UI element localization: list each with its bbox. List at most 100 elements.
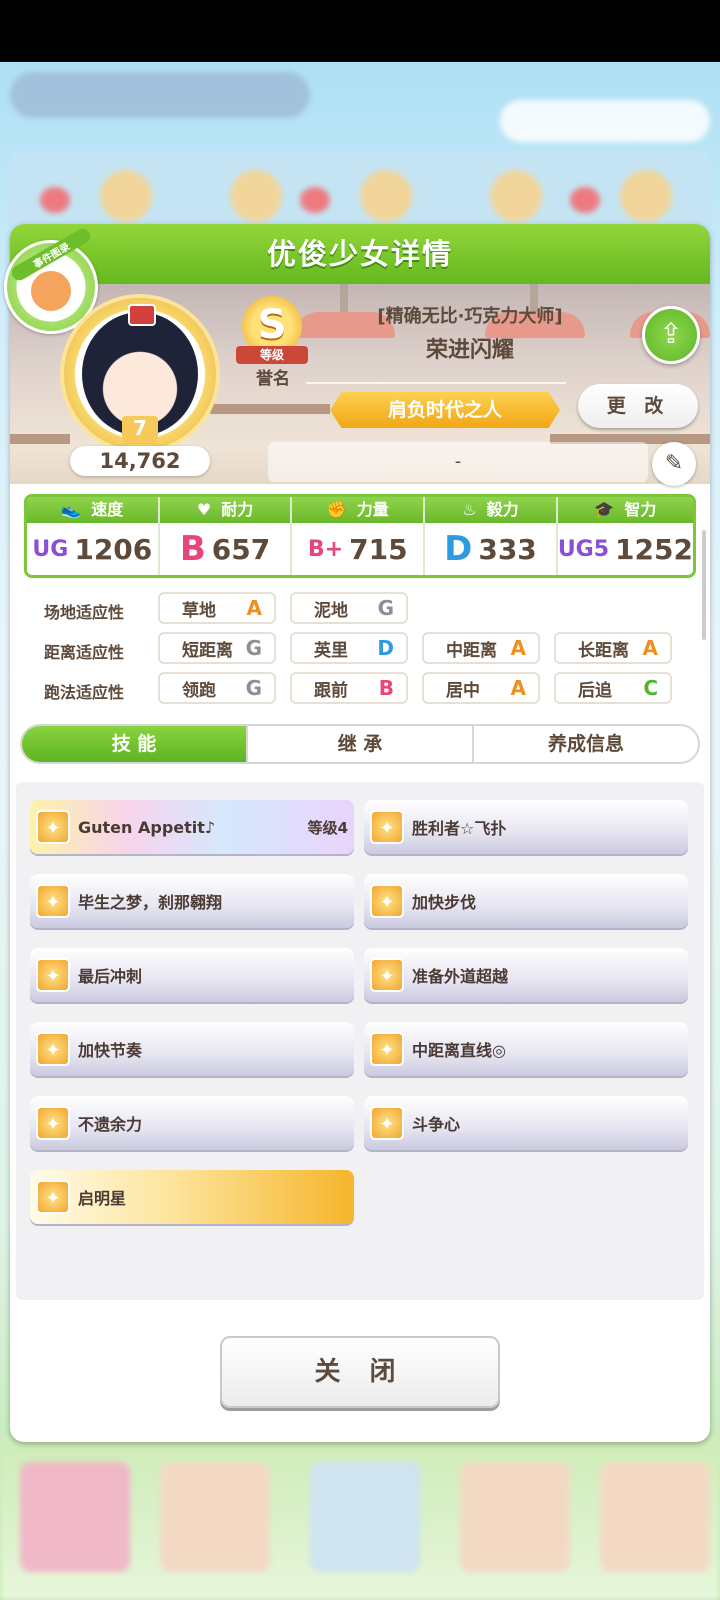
rating-score: 14,762	[70, 446, 210, 476]
stat-2: ✊ 力量 B+ 715	[292, 497, 426, 575]
stat-value: 1252	[615, 532, 693, 566]
stat-grade: UG5	[557, 536, 610, 562]
skill-name: 中距离直线◎	[412, 1041, 506, 1060]
skill-item[interactable]: ✦ Guten Appetit♪ 等级4	[30, 800, 354, 854]
aptitude-name: 跟前	[314, 680, 348, 701]
skill-name: 斗争心	[412, 1115, 461, 1134]
stat-label: 速度	[91, 500, 124, 519]
stat-header: ♥ 耐力	[159, 497, 291, 523]
aptitude-row-label: 距离适应性	[44, 643, 125, 662]
stat-label: 智力	[624, 500, 657, 519]
stat-header: 🎓 智力	[557, 497, 693, 523]
panel-title: 优俊少女详情	[266, 237, 453, 271]
stat-grade: UG	[32, 536, 69, 562]
stat-label: 毅力	[486, 500, 519, 519]
close-button[interactable]: 关 闭	[220, 1336, 500, 1408]
event-gallery-badge[interactable]: 事件图录	[4, 226, 98, 334]
scrollbar[interactable]	[702, 530, 706, 640]
tab-training-info[interactable]: 养成信息	[474, 726, 698, 762]
character-epithet: [精确无比·巧克力大师]	[377, 306, 563, 327]
skill-item[interactable]: ✦ 斗争心	[364, 1096, 688, 1150]
skill-item[interactable]: ✦ 胜利者☆飞扑	[364, 800, 688, 854]
skill-name: 不遗余力	[78, 1115, 143, 1134]
skill-name: 最后冲刺	[78, 967, 143, 986]
background-ball-icon	[100, 170, 152, 222]
background-menu-tile	[20, 1462, 130, 1572]
share-icon: ⇪	[659, 317, 683, 350]
stat-grade: B+	[307, 536, 344, 562]
aptitude-cell: 英里 D	[290, 632, 408, 664]
stat-value: 715	[349, 532, 408, 566]
aptitude-grade: G	[245, 636, 262, 660]
stat-3: ♨ 毅力 D 333	[425, 497, 558, 575]
tab-inheritance[interactable]: 继 承	[248, 726, 474, 762]
aptitude-name: 泥地	[314, 600, 348, 621]
stat-value: 333	[478, 532, 537, 566]
edit-button[interactable]: ✎	[652, 442, 696, 486]
skill-level: 等级4	[307, 818, 348, 837]
aptitude-cell: 长距离 A	[554, 632, 672, 664]
aptitude-grade: A	[510, 636, 526, 660]
tab-skills[interactable]: 技 能	[22, 726, 248, 762]
aptitude-grade: A	[246, 596, 262, 620]
grade-ribbon: 等级	[236, 346, 308, 364]
aptitude-name: 后追	[578, 680, 612, 701]
aptitude-cell: 领跑 G	[158, 672, 276, 704]
change-title-button[interactable]: 更 改	[578, 384, 698, 428]
skill-item[interactable]: ✦ 不遗余力	[30, 1096, 354, 1150]
aptitude-cell: 泥地 G	[290, 592, 408, 624]
skill-boost-icon: ✦	[370, 884, 404, 918]
aptitude-name: 英里	[314, 640, 348, 661]
skill-boost-icon: ✦	[36, 1032, 70, 1066]
skill-boost-icon: ✦	[370, 1032, 404, 1066]
stat-1: ♥ 耐力 B 657	[159, 497, 293, 575]
aptitude-grade: C	[643, 676, 658, 700]
share-button[interactable]: ⇪	[642, 306, 700, 364]
aptitude-cell: 跟前 B	[290, 672, 408, 704]
aptitude-name: 中距离	[446, 640, 497, 661]
stat-body: UG 1206	[27, 523, 158, 575]
skill-boost-icon: ✦	[36, 1180, 70, 1214]
background-search-bar	[10, 72, 310, 118]
skill-name: 启明星	[78, 1189, 127, 1208]
aptitude-grade: A	[642, 636, 658, 660]
skill-item[interactable]: ✦ 启明星	[30, 1170, 354, 1224]
stat-4: 🎓 智力 UG5 1252	[557, 497, 693, 575]
skill-boost-icon: ✦	[370, 958, 404, 992]
flame-icon: ♨	[462, 500, 477, 519]
aptitude-cell: 草地 A	[158, 592, 276, 624]
stat-value: 657	[211, 532, 271, 566]
title-divider	[306, 382, 566, 384]
stat-body: B 657	[160, 523, 291, 575]
skill-boost-icon: ✦	[370, 810, 404, 844]
badge-character-icon	[29, 269, 73, 313]
rank-name-label: 誉名	[256, 369, 290, 389]
aptitude-grade: D	[377, 636, 394, 660]
skill-item[interactable]: ✦ 准备外道超越	[364, 948, 688, 1002]
shoe-icon: 👟	[61, 500, 82, 519]
skill-item[interactable]: ✦ 加快节奏	[30, 1022, 354, 1076]
skill-name: 加快节奏	[78, 1041, 143, 1060]
skill-boost-icon: ✦	[370, 1106, 404, 1140]
skill-item[interactable]: ✦ 加快步伐	[364, 874, 688, 928]
stat-body: B+ 715	[292, 523, 423, 575]
skills-list: ✦ Guten Appetit♪ 等级4 ✦ 胜利者☆飞扑 ✦ 毕生之梦，刹那翱翔 ✦ 加快步伐…	[16, 782, 704, 1300]
skill-item[interactable]: ✦ 毕生之梦，刹那翱翔	[30, 874, 354, 928]
aptitude-name: 领跑	[182, 680, 216, 701]
aptitude-name: 居中	[446, 680, 480, 701]
stat-header: ✊ 力量	[292, 497, 424, 523]
aptitude-name: 长距离	[578, 640, 629, 661]
skill-item[interactable]: ✦ 最后冲刺	[30, 948, 354, 1002]
stat-value: 1206	[74, 532, 153, 566]
hat-icon	[128, 304, 156, 326]
aptitude-cell: 居中 A	[422, 672, 540, 704]
aptitude-grade: A	[510, 676, 526, 700]
background-button	[500, 100, 710, 142]
background-heart-icon	[40, 187, 70, 213]
title-banner: 肩负时代之人	[330, 392, 560, 428]
rank-number-icon: 7	[122, 416, 158, 444]
character-portrait[interactable]: 7	[64, 298, 216, 450]
stat-header: 👟 速度	[27, 497, 158, 523]
aptitude-cell: 中距离 A	[422, 632, 540, 664]
skill-item[interactable]: ✦ 中距离直线◎	[364, 1022, 688, 1076]
